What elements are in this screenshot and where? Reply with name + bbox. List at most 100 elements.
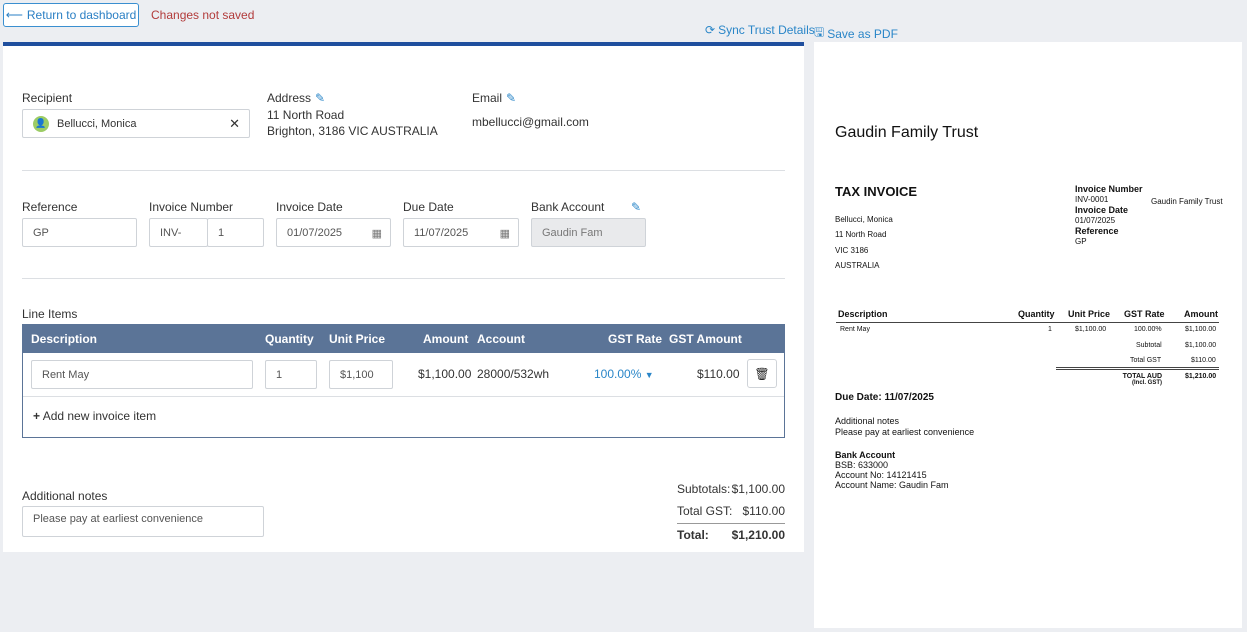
item-account: 28000/532wh bbox=[477, 367, 550, 381]
preview-row-description: Rent May bbox=[840, 326, 870, 333]
preview-account-no: Account No: 14121415 bbox=[835, 470, 927, 480]
sync-trust-details-link[interactable]: ⟳ Sync Trust Details bbox=[705, 23, 815, 37]
preview-total-value: $1,210.00 bbox=[1185, 373, 1217, 380]
th-quantity: Quantity bbox=[265, 332, 314, 346]
divider bbox=[22, 170, 785, 171]
preview-ref-label: Reference bbox=[1075, 226, 1119, 236]
preview-invnum-value: INV-0001 bbox=[1075, 195, 1109, 204]
preview-subtotal-value: $1,100.00 bbox=[1185, 342, 1217, 349]
bank-account-input: Gaudin Fam bbox=[531, 218, 646, 247]
add-invoice-item-button[interactable]: + Add new invoice item bbox=[33, 409, 156, 423]
invoice-prefix: INV- bbox=[149, 218, 208, 247]
notes-textarea[interactable]: Please pay at earliest convenience bbox=[22, 506, 264, 537]
item-amount: $1,100.00 bbox=[418, 367, 472, 381]
preview-th-gst-rate: GST Rate bbox=[1124, 309, 1165, 319]
address-label: Address ✎ bbox=[267, 91, 326, 105]
row-divider bbox=[23, 396, 784, 397]
preview-bsb: BSB: 633000 bbox=[835, 460, 889, 470]
calendar-icon[interactable]: ▦ bbox=[500, 227, 510, 240]
th-gst-amount: GST Amount bbox=[669, 332, 742, 346]
th-account: Account bbox=[477, 332, 525, 346]
preview-th-description: Description bbox=[838, 309, 888, 319]
clear-icon[interactable]: ✕ bbox=[229, 116, 240, 132]
preview-subtotal-label: Subtotal bbox=[1136, 342, 1162, 349]
address-line1: 11 North Road bbox=[267, 108, 345, 122]
preview-total-sub: (Incl. GST) bbox=[1132, 380, 1162, 386]
preview-invdate-value: 01/07/2025 bbox=[1075, 216, 1116, 225]
reference-input[interactable]: GP bbox=[22, 218, 137, 247]
preview-account-name: Account Name: Gaudin Fam bbox=[835, 480, 949, 490]
email-value: mbellucci@gmail.com bbox=[472, 115, 589, 129]
pencil-icon[interactable]: ✎ bbox=[631, 200, 641, 214]
item-quantity-input[interactable]: 1 bbox=[265, 360, 317, 389]
item-unit-price-input[interactable]: $1,100 bbox=[329, 360, 393, 389]
pdf-label: Save as PDF bbox=[827, 26, 898, 41]
preview-total-label: TOTAL AUD bbox=[1122, 373, 1162, 380]
bank-account-label: Bank Account bbox=[531, 200, 605, 214]
return-to-dashboard-button[interactable]: ⟵ Return to dashboard bbox=[3, 3, 139, 27]
reference-label: Reference bbox=[22, 200, 78, 214]
unsaved-status: Changes not saved bbox=[151, 8, 255, 22]
item-gst-amount: $110.00 bbox=[697, 367, 740, 381]
invoice-date-label: Invoice Date bbox=[276, 200, 343, 214]
preview-invnum-label: Invoice Number bbox=[1075, 184, 1143, 194]
total-gst-value: $110.00 bbox=[742, 504, 786, 518]
th-amount: Amount bbox=[423, 332, 469, 346]
preview-doc-title: TAX INVOICE bbox=[835, 184, 918, 199]
total-value: $1,210.00 bbox=[731, 528, 785, 542]
line-items-table: Description Quantity Unit Price Amount A… bbox=[22, 324, 785, 438]
sync-icon: ⟳ bbox=[705, 23, 716, 37]
caret-down-icon: ▼ bbox=[644, 370, 654, 380]
total-label: Total: bbox=[677, 528, 709, 542]
preview-row-amount: $1,100.00 bbox=[1185, 326, 1217, 333]
preview-bank-label: Bank Account bbox=[835, 450, 896, 460]
delete-item-button[interactable]: 🗑 bbox=[747, 359, 777, 388]
invoice-date-input[interactable]: 01/07/2025 ▦ bbox=[276, 218, 391, 247]
item-description-input[interactable]: Rent May bbox=[31, 360, 253, 389]
item-gst-rate-dropdown[interactable]: 100.00% ▼ bbox=[594, 367, 654, 381]
preview-th-amount: Amount bbox=[1184, 309, 1218, 319]
preview-gst-value: $110.00 bbox=[1191, 357, 1216, 364]
preview-to-line1: 11 North Road bbox=[835, 230, 887, 239]
preview-notes-label: Additional notes bbox=[835, 416, 900, 426]
preview-from-name: Gaudin Family Trust bbox=[1151, 197, 1223, 206]
preview-row-gst-rate: 100.00% bbox=[1134, 326, 1162, 333]
preview-row-quantity: 1 bbox=[1048, 326, 1052, 333]
th-description: Description bbox=[31, 332, 98, 346]
preview-th-quantity: Quantity bbox=[1018, 309, 1055, 319]
preview-invdate-label: Invoice Date bbox=[1075, 205, 1129, 215]
pencil-icon[interactable]: ✎ bbox=[506, 91, 516, 105]
invoice-number-input[interactable]: 1 bbox=[207, 218, 264, 247]
trash-icon: 🗑 bbox=[754, 366, 770, 381]
preview-to-name: Bellucci, Monica bbox=[835, 215, 893, 224]
email-label: Email ✎ bbox=[472, 91, 517, 105]
save-icon: 🖫 bbox=[814, 25, 825, 39]
preview-notes-value: Please pay at earliest convenience bbox=[835, 427, 975, 437]
divider bbox=[22, 278, 785, 279]
subtotal-value: $1,100.00 bbox=[731, 482, 785, 496]
line-items-title: Line Items bbox=[22, 307, 78, 321]
preview-ref-value: GP bbox=[1075, 237, 1087, 246]
invoice-preview: Gaudin Family Trust TAX INVOICE Bellucci… bbox=[814, 42, 1242, 628]
return-label: Return to dashboard bbox=[26, 8, 137, 22]
due-date-label: Due Date bbox=[403, 200, 454, 214]
notes-label: Additional notes bbox=[22, 489, 108, 503]
divider bbox=[677, 523, 785, 524]
calendar-icon[interactable]: ▦ bbox=[372, 227, 382, 240]
due-date-input[interactable]: 11/07/2025 ▦ bbox=[403, 218, 519, 247]
preview-rule bbox=[1056, 369, 1219, 370]
user-avatar-icon: 👤 bbox=[33, 115, 49, 132]
th-unit-price: Unit Price bbox=[329, 332, 386, 346]
invoice-number-label: Invoice Number bbox=[149, 200, 234, 214]
recipient-name: Bellucci, Monica bbox=[57, 117, 137, 130]
preview-due-date: Due Date: 11/07/2025 bbox=[835, 392, 934, 403]
recipient-select[interactable]: 👤 Bellucci, Monica ✕ bbox=[22, 109, 250, 138]
preview-row-unit-price: $1,100.00 bbox=[1075, 326, 1107, 333]
table-header: Description Quantity Unit Price Amount A… bbox=[23, 325, 784, 353]
preview-rule bbox=[836, 322, 1219, 323]
pencil-icon[interactable]: ✎ bbox=[315, 91, 325, 105]
save-as-pdf-link[interactable]: 🖫 Save as PDF bbox=[814, 23, 898, 44]
address-line2: Brighton, 3186 VIC AUSTRALIA bbox=[267, 124, 438, 138]
preview-rule bbox=[1056, 367, 1219, 368]
preview-gst-label: Total GST bbox=[1130, 357, 1162, 364]
